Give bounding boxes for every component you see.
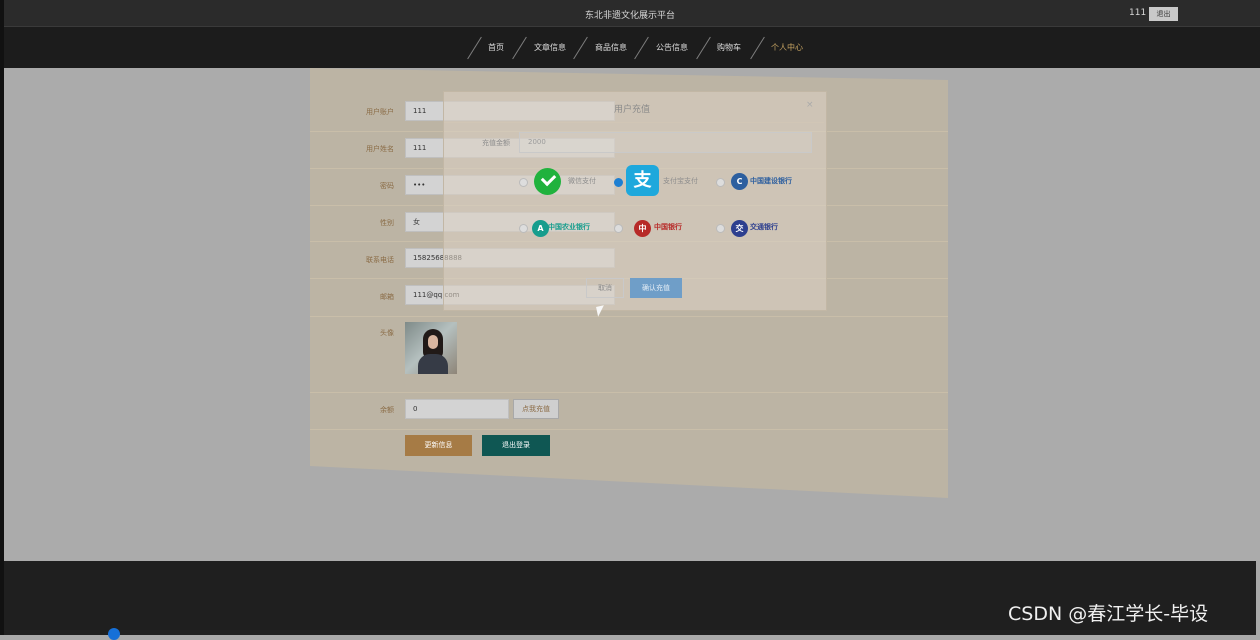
nav-separator (467, 36, 482, 60)
top-logout-button[interactable]: 退出 (1149, 7, 1178, 21)
avatar-label: 头像 (380, 329, 394, 337)
ccb-icon: C (731, 173, 748, 190)
alipay-label: 支付宝支付 (663, 177, 698, 185)
modal-title: 用户充值 (614, 105, 651, 115)
nav-personal-center[interactable]: 个人中心 (771, 42, 803, 53)
nav-home[interactable]: 首页 (488, 42, 504, 53)
avatar-body (418, 354, 448, 374)
balance-label: 余额 (380, 406, 394, 414)
current-user: 111 (1129, 8, 1147, 18)
nav-separator (512, 36, 527, 60)
logout-button[interactable]: 退出登录 (482, 435, 550, 456)
nav-notices[interactable]: 公告信息 (656, 42, 688, 53)
left-border (0, 0, 4, 635)
top-bar: 东北非遗文化展示平台 111 退出 (0, 0, 1260, 26)
modal-cancel-button[interactable]: 取消 (586, 278, 624, 298)
nav-separator (573, 36, 588, 60)
site-title: 东北非遗文化展示平台 (584, 11, 675, 21)
ccb-label: 中国建设银行 (750, 177, 792, 185)
amount-label: 充值金额 (482, 139, 510, 147)
form-divider (310, 392, 948, 393)
badge-icon (108, 628, 120, 640)
alipay-radio[interactable] (614, 178, 623, 187)
recharge-button[interactable]: 点我充值 (513, 399, 559, 419)
name-label: 用户姓名 (366, 145, 394, 153)
nav-separator (634, 36, 649, 60)
avatar[interactable] (405, 322, 457, 374)
boc-icon: 中 (634, 220, 651, 237)
main-navigation: 首页 文章信息 商品信息 公告信息 购物车 个人中心 (0, 26, 1260, 69)
nav-articles[interactable]: 文章信息 (534, 42, 566, 53)
bocom-label: 交通银行 (750, 223, 778, 231)
form-divider (310, 429, 948, 430)
phone-label: 联系电话 (366, 256, 394, 264)
modal-divider (444, 122, 824, 123)
form-divider (310, 316, 948, 317)
wechat-radio[interactable] (519, 178, 528, 187)
wechat-label: 微信支付 (568, 177, 596, 185)
avatar-face (428, 335, 438, 349)
boc-label: 中国银行 (654, 223, 682, 231)
abc-radio[interactable] (519, 224, 528, 233)
abc-icon: A (532, 220, 549, 237)
nav-separator (696, 36, 711, 60)
nav-cart[interactable]: 购物车 (717, 42, 741, 53)
abc-label: 中国农业银行 (548, 223, 590, 231)
update-info-button[interactable]: 更新信息 (405, 435, 472, 456)
modal-confirm-button[interactable]: 确认充值 (630, 278, 682, 298)
ccb-radio[interactable] (716, 178, 725, 187)
bocom-radio[interactable] (716, 224, 725, 233)
nav-products[interactable]: 商品信息 (595, 42, 627, 53)
email-label: 邮箱 (380, 293, 394, 301)
balance-field[interactable]: 0 (405, 399, 509, 419)
alipay-icon: 支 (626, 165, 659, 196)
amount-input[interactable]: 2000 (519, 132, 812, 153)
nav-separator (750, 36, 765, 60)
watermark: CSDN @春江学长-毕设 (1008, 603, 1209, 625)
gender-label: 性别 (380, 219, 394, 227)
account-label: 用户账户 (366, 108, 394, 116)
boc-radio[interactable] (614, 224, 623, 233)
bocom-icon: 交 (731, 220, 748, 237)
close-icon[interactable]: × (806, 100, 814, 110)
password-label: 密码 (380, 182, 394, 190)
